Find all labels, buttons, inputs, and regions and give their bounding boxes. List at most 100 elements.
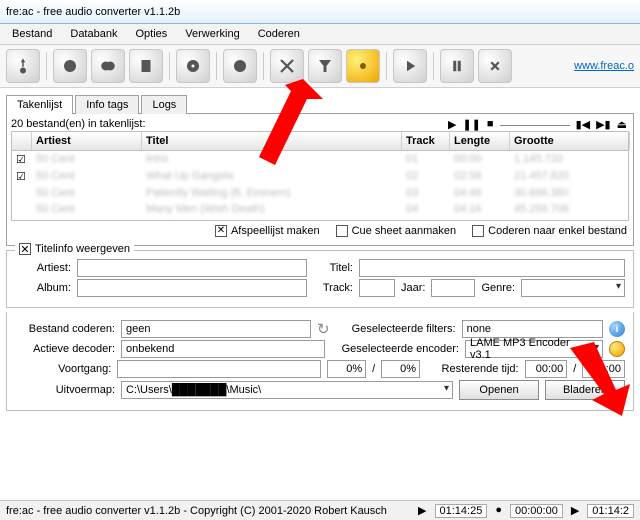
progress-pct2: 0% <box>381 360 420 378</box>
separator <box>386 52 387 80</box>
titleinfo-toggle[interactable]: ✕Titelinfo weergeven <box>15 243 134 255</box>
status-play2-icon: ▶ <box>571 504 579 518</box>
year-label: Jaar: <box>401 282 425 294</box>
tab-takenlijst[interactable]: Takenlijst <box>6 95 73 114</box>
filters-value: none <box>462 320 603 338</box>
mini-play-icon[interactable]: ▶ <box>448 118 456 131</box>
mini-eject-icon[interactable]: ⏏ <box>617 118 627 131</box>
toolbar: www.freac.o <box>0 45 640 88</box>
tab-infotags[interactable]: Info tags <box>75 95 139 114</box>
filters-label: Geselecteerde filters: <box>336 323 456 335</box>
encode-group: Bestand coderen: geen ↻ Geselecteerde fi… <box>6 312 634 411</box>
cuesheet-checkbox[interactable]: Cue sheet aanmaken <box>336 225 457 237</box>
window-titlebar: fre:ac - free audio converter v1.1.2b <box>0 0 640 24</box>
status-record-icon: ● <box>495 504 502 518</box>
separator <box>263 52 264 80</box>
col-artist[interactable]: Artiest <box>32 132 142 150</box>
remaining-label: Resterende tijd: <box>426 363 519 375</box>
remain-t2: 00:00 <box>582 360 625 378</box>
singlefile-checkbox[interactable]: Coderen naar enkel bestand <box>472 225 627 237</box>
decoder-value: onbekend <box>121 340 325 358</box>
menu-databank[interactable]: Databank <box>62 26 125 42</box>
filter-button[interactable] <box>308 49 342 83</box>
col-length[interactable]: Lengte <box>450 132 510 150</box>
mini-prev-icon[interactable]: ▮◀ <box>576 118 591 131</box>
status-time1: 01:14:25 <box>435 504 488 518</box>
album-input[interactable] <box>77 279 307 297</box>
separator <box>433 52 434 80</box>
tab-content: 20 bestand(en) in takenlijst: ▶ ❚❚ ■ ▮◀ … <box>6 113 634 246</box>
remain-t1: 00:00 <box>525 360 568 378</box>
mini-next-icon[interactable]: ▶▮ <box>596 118 611 131</box>
mini-playback: ▶ ❚❚ ■ ▮◀ ▶▮ ⏏ <box>448 118 629 131</box>
progress-label: Voortgang: <box>15 363 111 375</box>
col-size[interactable]: Grootte <box>510 132 630 150</box>
genre-select[interactable] <box>521 279 625 297</box>
mini-seekbar[interactable] <box>500 118 570 126</box>
progress-bar <box>117 360 321 378</box>
genre-label: Genre: <box>481 282 515 294</box>
repeat-icon[interactable]: ↻ <box>317 320 330 338</box>
mini-pause-icon[interactable]: ❚❚ <box>462 118 480 131</box>
title-label: Titel: <box>313 262 353 274</box>
info-icon[interactable]: i <box>609 321 625 337</box>
open-button[interactable]: Openen <box>459 380 539 400</box>
mini-stop-icon[interactable]: ■ <box>487 118 494 131</box>
artist-input[interactable] <box>77 259 307 277</box>
separator <box>169 52 170 80</box>
grid-body[interactable]: ☑50 CentIntro0100:001.145.720 ☑50 CentWh… <box>11 151 629 221</box>
status-play-icon: ▶ <box>418 504 426 518</box>
cddb-button[interactable] <box>176 49 210 83</box>
outdir-label: Uitvoermap: <box>15 384 115 396</box>
tools-button[interactable] <box>270 49 304 83</box>
remove-all-button[interactable] <box>91 49 125 83</box>
menu-coderen[interactable]: Coderen <box>250 26 308 42</box>
status-time2: 00:00:00 <box>510 504 563 518</box>
clear-list-button[interactable] <box>129 49 163 83</box>
outdir-select[interactable]: C:\Users\███████\Music\ <box>121 381 453 399</box>
col-check[interactable] <box>12 132 32 150</box>
remove-file-button[interactable] <box>53 49 87 83</box>
slash: / <box>372 363 375 375</box>
year-input[interactable] <box>431 279 475 297</box>
separator <box>216 52 217 80</box>
menu-verwerking[interactable]: Verwerking <box>177 26 247 42</box>
titleinfo-group: ✕Titelinfo weergeven Artiest: Titel: Alb… <box>6 250 634 308</box>
status-text: fre:ac - free audio converter v1.1.2b - … <box>6 505 387 517</box>
add-files-button[interactable] <box>6 49 40 83</box>
encoder-select[interactable]: LAME MP3 Encoder v3.1 <box>465 340 603 358</box>
pause-button[interactable] <box>440 49 474 83</box>
options-row: ✕Afspeellijst maken Cue sheet aanmaken C… <box>11 221 629 241</box>
file-encode-label: Bestand coderen: <box>15 323 115 335</box>
cddb-submit-button[interactable] <box>223 49 257 83</box>
artist-label: Artiest: <box>15 262 71 274</box>
website-link[interactable]: www.freac.o <box>574 60 634 72</box>
table-row[interactable]: ☑50 CentIntro0100:001.145.720 <box>12 151 628 168</box>
title-input[interactable] <box>359 259 625 277</box>
file-encode-value: geen <box>121 320 311 338</box>
table-row[interactable]: ☑50 CentWhat Up Gangsta0202:5821.457.820 <box>12 168 628 185</box>
col-title[interactable]: Titel <box>142 132 402 150</box>
table-row[interactable]: 50 CentMany Men (Wish Death)0404:1645.25… <box>12 201 628 217</box>
col-track[interactable]: Track <box>402 132 450 150</box>
settings-button[interactable] <box>346 49 380 83</box>
track-input[interactable] <box>359 279 395 297</box>
window-title: fre:ac - free audio converter v1.1.2b <box>6 6 180 18</box>
playlist-checkbox[interactable]: ✕Afspeellijst maken <box>215 225 320 237</box>
track-label: Track: <box>313 282 353 294</box>
file-count-label: 20 bestand(en) in takenlijst: <box>11 118 146 131</box>
encoder-settings-button[interactable] <box>609 341 625 357</box>
progress-pct1: 0% <box>327 360 366 378</box>
separator <box>46 52 47 80</box>
menu-opties[interactable]: Opties <box>127 26 175 42</box>
statusbar: fre:ac - free audio converter v1.1.2b - … <box>0 500 640 520</box>
grid-header: Artiest Titel Track Lengte Grootte <box>11 131 629 151</box>
tab-logs[interactable]: Logs <box>141 95 187 114</box>
tabs: Takenlijst Info tags Logs <box>6 94 634 113</box>
play-button[interactable] <box>393 49 427 83</box>
menu-bestand[interactable]: Bestand <box>4 26 60 42</box>
table-row[interactable]: 50 CentPatiently Waiting (ft. Eminem)030… <box>12 185 628 201</box>
decoder-label: Actieve decoder: <box>15 343 115 355</box>
browse-button[interactable]: Bladeren <box>545 380 625 400</box>
stop-button[interactable] <box>478 49 512 83</box>
